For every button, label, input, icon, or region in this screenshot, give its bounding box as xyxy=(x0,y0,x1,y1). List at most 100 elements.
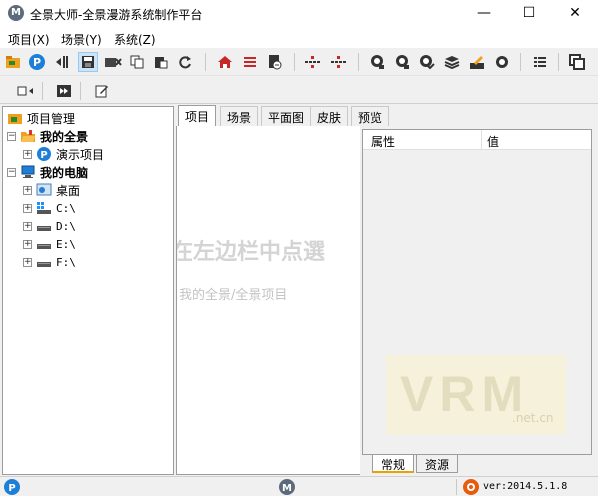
version-label: ver:2014.5.1.8 xyxy=(483,481,568,492)
edit-map-icon[interactable] xyxy=(467,52,487,72)
drive-icon xyxy=(36,236,52,252)
expand-icon[interactable]: + xyxy=(23,185,32,195)
save-icon[interactable] xyxy=(78,52,98,72)
import-icon[interactable] xyxy=(53,52,73,72)
panorama-status-icon[interactable]: P xyxy=(4,479,20,495)
film-icon[interactable] xyxy=(54,81,74,101)
vrm-watermark: VRM .net.cn xyxy=(386,355,566,435)
list-icon[interactable] xyxy=(240,52,260,72)
tree-header[interactable]: 项目管理 xyxy=(7,109,75,127)
help-lifebuoy-icon[interactable] xyxy=(463,479,479,495)
delete-icon[interactable] xyxy=(103,52,123,72)
window-icon[interactable] xyxy=(567,52,587,72)
hotspot2-icon[interactable] xyxy=(329,52,349,72)
maximize-button[interactable]: ☐ xyxy=(506,0,552,28)
menu-list-icon[interactable] xyxy=(530,52,550,72)
tree-item-desktop[interactable]: + 桌面 xyxy=(23,181,80,199)
computer-icon xyxy=(20,164,36,180)
slide-icon[interactable] xyxy=(16,81,36,101)
copy-icon[interactable] xyxy=(127,52,147,72)
title-bar: M 全景大师-全景漫游系统制作平台 — ☐ ✕ xyxy=(0,0,598,28)
watermark-logo-text: VRM xyxy=(400,366,530,422)
menu-system[interactable]: 系统(Z) xyxy=(114,31,156,48)
tab-skin[interactable]: 皮肤 xyxy=(310,106,349,126)
project-tree: 项目管理 − 我的全景 + P 演示项目 − 我的电脑 + 桌面 + C:\ +… xyxy=(2,106,174,475)
camera2-icon[interactable] xyxy=(392,52,412,72)
app-status-icon[interactable]: M xyxy=(279,479,295,495)
subtab-general[interactable]: 常规 xyxy=(372,455,415,473)
project-content: 在左边栏中点選 我的全景/全景项目 xyxy=(176,126,360,475)
toolbar-separator xyxy=(520,53,521,71)
minimize-button[interactable]: — xyxy=(461,0,507,28)
camera-check-icon[interactable] xyxy=(417,52,437,72)
svg-text:P: P xyxy=(33,56,41,69)
toolbar-separator xyxy=(558,53,559,71)
app-logo-icon[interactable]: M xyxy=(8,5,24,21)
tree-header-label: 项目管理 xyxy=(27,111,76,126)
panorama-project-icon: P xyxy=(36,146,52,162)
toolbar-separator xyxy=(80,82,81,100)
export-icon[interactable] xyxy=(265,52,285,72)
expand-icon[interactable]: + xyxy=(23,149,32,159)
collapse-icon[interactable]: − xyxy=(7,167,16,177)
tree-label-demo-project: 演示项目 xyxy=(56,147,105,162)
menu-bar: 项目(X) 场景(Y) 系统(Z) xyxy=(0,28,598,48)
property-grid[interactable]: 属性 值 VRM .net.cn xyxy=(362,129,592,455)
tree-label-drive-d: D:\ xyxy=(56,219,76,233)
tree-item-demo-project[interactable]: + P 演示项目 xyxy=(23,145,104,163)
expand-icon[interactable]: + xyxy=(23,203,32,213)
tree-label-my-computer: 我的电脑 xyxy=(40,165,89,180)
column-divider[interactable] xyxy=(481,130,482,150)
tree-item-drive-e[interactable]: + E:\ xyxy=(23,235,76,253)
collapse-icon[interactable]: − xyxy=(7,131,16,141)
status-separator xyxy=(456,479,457,495)
record-icon[interactable] xyxy=(492,52,512,72)
expand-icon[interactable]: + xyxy=(23,239,32,249)
refresh-icon[interactable] xyxy=(175,52,195,72)
watermark-domain-text: .net.cn xyxy=(512,411,554,425)
property-panel: 属性 值 VRM .net.cn 常规 资源 xyxy=(360,126,596,475)
toolbar-separator xyxy=(205,53,206,71)
property-grid-header: 属性 值 xyxy=(363,130,591,150)
system-drive-icon xyxy=(36,200,52,216)
column-header-property[interactable]: 属性 xyxy=(371,133,395,150)
tree-label-drive-f: F:\ xyxy=(56,255,76,269)
hint-text-main: 在左边栏中点選 xyxy=(176,239,326,265)
folder-open-icon xyxy=(20,128,36,144)
toolbar-separator xyxy=(294,53,295,71)
tree-item-my-panorama[interactable]: − 我的全景 xyxy=(7,127,88,145)
layers-icon[interactable] xyxy=(442,52,462,72)
tree-label-desktop: 桌面 xyxy=(56,183,81,198)
tab-project[interactable]: 项目 xyxy=(178,105,217,126)
toolbar-separator xyxy=(358,53,359,71)
tree-label-my-panorama: 我的全景 xyxy=(40,129,89,144)
tab-floorplan[interactable]: 平面图 xyxy=(261,106,312,126)
svg-text:P: P xyxy=(8,483,15,494)
drive-icon xyxy=(36,254,52,270)
home-icon[interactable] xyxy=(215,52,235,72)
tab-scene[interactable]: 场景 xyxy=(220,106,259,126)
hotspot-icon[interactable] xyxy=(303,52,323,72)
tree-label-drive-e: E:\ xyxy=(56,237,76,251)
close-button[interactable]: ✕ xyxy=(552,0,598,28)
svg-text:M: M xyxy=(282,483,292,494)
expand-icon[interactable]: + xyxy=(23,221,32,231)
edit-icon[interactable] xyxy=(92,81,112,101)
tab-preview[interactable]: 预览 xyxy=(351,106,390,126)
new-project-icon[interactable] xyxy=(3,52,23,72)
menu-project[interactable]: 项目(X) xyxy=(8,31,50,48)
tree-item-drive-d[interactable]: + D:\ xyxy=(23,217,76,235)
subtab-resources[interactable]: 资源 xyxy=(416,455,459,473)
tree-item-drive-f[interactable]: + F:\ xyxy=(23,253,76,271)
tree-item-my-computer[interactable]: − 我的电脑 xyxy=(7,163,88,181)
menu-scene[interactable]: 场景(Y) xyxy=(61,31,102,48)
expand-icon[interactable]: + xyxy=(23,257,32,267)
tree-item-drive-c[interactable]: + C:\ xyxy=(23,199,76,217)
panorama-logo-icon[interactable]: P xyxy=(27,52,47,72)
column-header-value[interactable]: 值 xyxy=(487,133,499,150)
paste-icon[interactable] xyxy=(151,52,171,72)
window-title: 全景大师-全景漫游系统制作平台 xyxy=(30,8,203,22)
project-manager-icon xyxy=(7,110,23,126)
main-toolbar: P xyxy=(0,48,598,76)
camera-icon[interactable] xyxy=(367,52,387,72)
